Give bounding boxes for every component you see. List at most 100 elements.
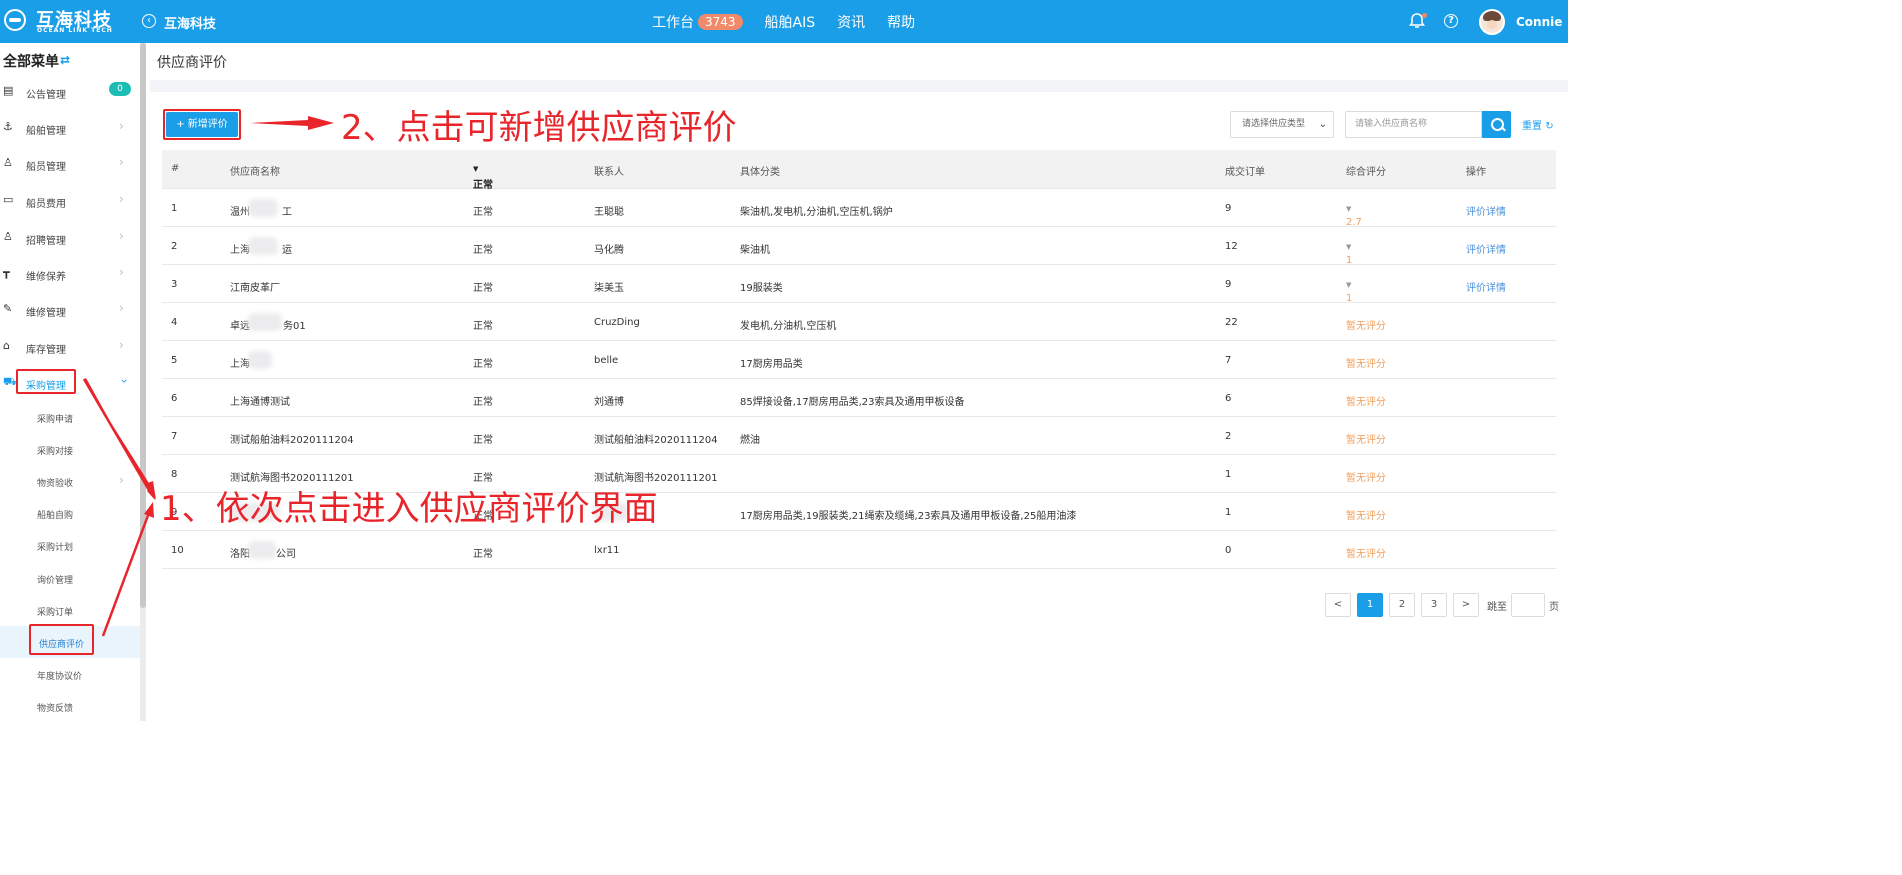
- table-header-row: # 供应商名称 正常 ▼ 联系人 具体分类 成交订单 综合评分 操作: [162, 150, 1556, 191]
- supplier-status: 正常: [473, 321, 493, 332]
- top-bar: 互海科技 OCEAN LINK TECH ‹ 互海科技 工作台 3743 船舶A…: [0, 0, 1568, 43]
- evaluation-detail-link[interactable]: 评价详情: [1466, 241, 1506, 256]
- order-count: 1: [1225, 507, 1232, 518]
- supplier-name: 温州: [230, 207, 250, 218]
- redaction-blur: [248, 313, 282, 331]
- annotation-arrows-icon: [82, 378, 156, 637]
- nav-news[interactable]: 资讯: [837, 12, 865, 32]
- table-row: 7 测试船舶油料2020111204 正常 测试船舶油料2020111204 燃…: [162, 417, 1556, 455]
- next-page-button[interactable]: >: [1453, 593, 1479, 617]
- search-button[interactable]: [1482, 111, 1511, 138]
- nav-help[interactable]: 帮助: [887, 12, 915, 32]
- chevron-down-icon: ⌄: [1318, 119, 1327, 130]
- caret-down-icon: ▼: [1346, 281, 1352, 289]
- page-title-bar: [150, 43, 1568, 80]
- rating-dropdown[interactable]: 1 ▼: [1346, 241, 1352, 266]
- supplier-name-suffix: 运: [282, 245, 292, 256]
- caret-down-icon: ▼: [473, 165, 479, 173]
- supplier-name: 洛阳: [230, 549, 250, 560]
- supplier-name-suffix: 公司: [276, 549, 296, 560]
- table-row: 4 卓远 务01 正常 CruzDing 发电机,分油机,空压机 22 暂无评分: [162, 303, 1556, 341]
- no-rating-label: 暂无评分: [1346, 397, 1386, 408]
- status-filter-header[interactable]: 正常 ▼: [473, 163, 493, 191]
- nav-ship-ais[interactable]: 船舶AIS: [765, 12, 816, 32]
- nav-workbench-label: 工作台: [652, 14, 694, 31]
- contact-name: 柒美玉: [594, 283, 624, 294]
- supplier-name: 上海: [230, 359, 250, 370]
- order-count: 1: [1225, 469, 1232, 480]
- supplier-name: 江南皮革厂: [230, 283, 280, 294]
- supplier-status: 正常: [473, 283, 493, 294]
- column-header: 成交订单: [1225, 167, 1265, 178]
- avatar[interactable]: [1479, 9, 1505, 35]
- caret-down-icon: ▼: [1346, 243, 1352, 251]
- category: 19服装类: [740, 283, 783, 294]
- contact-name: 测试船舶油料2020111204: [594, 435, 718, 446]
- supplier-status: 正常: [473, 435, 493, 446]
- rating-dropdown[interactable]: 2.7 ▼: [1346, 203, 1362, 228]
- order-count: 12: [1225, 241, 1238, 252]
- reset-label: 重置: [1522, 121, 1542, 132]
- order-count: 0: [1225, 545, 1232, 556]
- order-count: 9: [1225, 203, 1232, 214]
- supplier-name-suffix: 工: [282, 207, 292, 218]
- contact-name: belle: [594, 355, 619, 366]
- no-rating-label: 暂无评分: [1346, 359, 1386, 370]
- no-rating-label: 暂无评分: [1346, 435, 1386, 446]
- supplier-name-input[interactable]: 请输入供应商名称: [1345, 111, 1482, 138]
- supplier-name: 上海通博测试: [230, 397, 290, 408]
- supplier-type-select-value: 请选择供应类型: [1242, 119, 1306, 129]
- category: 17厨房用品类,19服装类,21绳索及缆绳,23索具及通用甲板设备,25船用油漆: [740, 511, 1077, 522]
- no-rating-label: 暂无评分: [1346, 549, 1386, 560]
- table-row: 10 洛阳 公司 正常 lxr11 0 暂无评分: [162, 531, 1556, 569]
- supplier-status: 正常: [473, 397, 493, 408]
- supplier-name: 卓远: [230, 321, 250, 332]
- help-icon[interactable]: ?: [1444, 14, 1458, 28]
- table-row: 3 江南皮革厂 正常 柒美玉 19服装类 9 1 ▼ 评价详情: [162, 265, 1556, 304]
- annotation-step-1: 1、依次点击进入供应商评价界面: [160, 489, 658, 529]
- order-count: 7: [1225, 355, 1232, 366]
- table-row: 6 上海通博测试 正常 刘通博 85焊接设备,17厨房用品类,23索具及通用甲板…: [162, 379, 1556, 417]
- category: 柴油机: [740, 245, 770, 256]
- nav-workbench[interactable]: 工作台 3743: [652, 12, 743, 32]
- table-row: 2 上海 运 正常 马化腾 柴油机 12 1 ▼ 评价详情: [162, 227, 1556, 266]
- no-rating-label: 暂无评分: [1346, 321, 1386, 332]
- contact-name: 王聪聪: [594, 207, 624, 218]
- evaluation-detail-link[interactable]: 评价详情: [1466, 203, 1506, 218]
- column-header: 操作: [1466, 167, 1486, 178]
- jump-label: 跳至: [1487, 601, 1507, 613]
- order-count: 6: [1225, 393, 1232, 404]
- prev-page-button[interactable]: <: [1325, 593, 1351, 617]
- jump-page-input[interactable]: [1511, 593, 1545, 617]
- category: 柴油机,发电机,分油机,空压机,锅炉: [740, 207, 893, 218]
- supplier-status: 正常: [473, 549, 493, 560]
- username[interactable]: Connie: [1516, 15, 1562, 29]
- redaction-blur: [248, 351, 272, 369]
- redaction-blur: [248, 541, 276, 559]
- workbench-count-badge: 3743: [698, 13, 743, 30]
- column-header: 供应商名称: [230, 167, 280, 178]
- column-header: 综合评分: [1346, 167, 1386, 178]
- rating-dropdown[interactable]: 1 ▼: [1346, 279, 1352, 304]
- page-button[interactable]: 1: [1357, 593, 1383, 617]
- evaluation-detail-link[interactable]: 评价详情: [1466, 279, 1506, 294]
- no-rating-label: 暂无评分: [1346, 473, 1386, 484]
- category: 17厨房用品类: [740, 359, 803, 370]
- category: 85焊接设备,17厨房用品类,23索具及通用甲板设备: [740, 397, 965, 408]
- page-button[interactable]: 2: [1389, 593, 1415, 617]
- pagination: < 1 2 3 > 跳至 页: [1325, 593, 1559, 617]
- arrow-right-icon: [250, 116, 334, 130]
- supplier-type-select[interactable]: 请选择供应类型 ⌄: [1230, 111, 1334, 138]
- page-button[interactable]: 3: [1421, 593, 1447, 617]
- contact-name: CruzDing: [594, 317, 640, 328]
- supplier-name-suffix: 务01: [283, 321, 306, 332]
- contact-name: lxr11: [594, 545, 620, 556]
- reset-button[interactable]: 重置 ↻: [1522, 117, 1554, 132]
- page-unit-label: 页: [1549, 601, 1559, 613]
- order-count: 9: [1225, 279, 1232, 290]
- supplier-name: 上海: [230, 245, 250, 256]
- supplier-status: 正常: [473, 207, 493, 218]
- redaction-blur: [248, 237, 278, 255]
- supplier-name: 测试船舶油料2020111204: [230, 435, 354, 446]
- notification-dot: [1422, 13, 1427, 18]
